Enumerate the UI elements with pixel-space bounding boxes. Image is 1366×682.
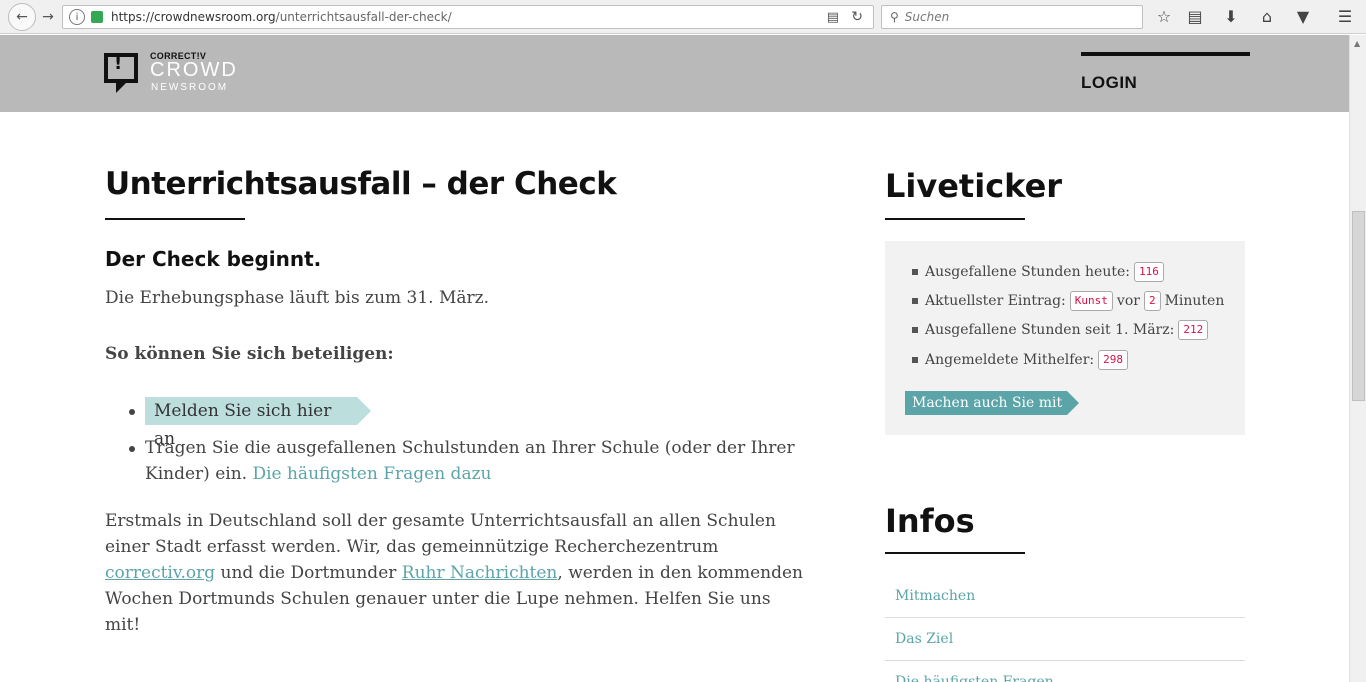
liveticker-box: Ausgefallene Stunden heute: 116 Aktuellst… <box>885 241 1245 435</box>
ticker-bullet <box>912 327 918 333</box>
ticker-latest-vor: vor <box>1116 293 1140 309</box>
download-icon[interactable]: ⬇ <box>1221 6 1241 26</box>
intro-line5: mit! <box>105 615 141 635</box>
ruhr-nachrichten-link[interactable]: Ruhr Nachrichten <box>402 563 558 583</box>
participate-heading: So können Sie sich beteiligen: <box>105 344 394 364</box>
arrow-left-icon: ← <box>16 9 28 25</box>
clipboard-icon[interactable]: ▤ <box>1185 6 1205 26</box>
url-bar[interactable]: i https://crowdnewsroom.org/unterrichtsa… <box>62 5 874 29</box>
signup-button[interactable]: Melden Sie sich hier an <box>145 397 371 449</box>
intro-line4: Wochen Dortmunds Schulen genauer unter d… <box>105 589 771 609</box>
ticker-helpers-label: Angemeldete Mithelfer: <box>925 352 1095 368</box>
ticker-latest-unit: Minuten <box>1164 293 1225 309</box>
home-icon[interactable]: ⌂ <box>1257 6 1277 26</box>
search-placeholder: Suchen <box>904 10 950 24</box>
intro-line3: correctiv.org und die Dortmunder Ruhr Na… <box>105 560 803 586</box>
url-text[interactable]: https://crowdnewsroom.org/unterrichtsaus… <box>111 10 452 24</box>
step2-text: Kinder) ein. <box>145 464 248 484</box>
info-link-ziel[interactable]: Das Ziel <box>895 631 953 647</box>
logo-newsroom: NEWSROOM <box>151 82 229 93</box>
login-divider <box>1081 52 1250 56</box>
infos-underline <box>885 552 1025 554</box>
ticker-bullet <box>912 298 918 304</box>
correctiv-link[interactable]: correctiv.org <box>105 563 215 583</box>
reload-icon[interactable]: ↻ <box>851 9 863 25</box>
section-subtitle: Der Check beginnt. <box>105 247 322 271</box>
menu-icon[interactable]: ☰ <box>1335 6 1355 26</box>
ticker-latest-label: Aktuellster Eintrag: <box>925 293 1066 309</box>
intro-line1: Erstmals in Deutschland soll der gesamte… <box>105 511 776 531</box>
liveticker-title: Liveticker <box>885 167 1063 205</box>
ticker-helpers: Angemeldete Mithelfer: 298 <box>925 350 1132 370</box>
browser-toolbar: ← → i https://crowdnewsroom.org/unterric… <box>0 0 1366 34</box>
info-link-mitmachen[interactable]: Mitmachen <box>895 588 975 604</box>
url-domain: https://crowdnewsroom.org <box>111 10 276 24</box>
scroll-thumb[interactable] <box>1352 211 1365 401</box>
info-divider <box>885 660 1245 661</box>
ticker-latest: Aktuellster Eintrag: Kunst vor 2 Minuten <box>925 291 1224 311</box>
ticker-latest-minutes: 2 <box>1143 291 1161 311</box>
site-header: ! CORRECT!V CROWD NEWSROOM LOGIN <box>0 35 1349 112</box>
title-underline <box>105 218 245 220</box>
bookmark-star-icon[interactable]: ☆ <box>1154 6 1174 26</box>
lock-icon <box>91 11 103 23</box>
list-bullet <box>129 409 135 415</box>
ticker-bullet <box>912 357 918 363</box>
site-logo[interactable]: ! CORRECT!V CROWD NEWSROOM <box>104 51 244 95</box>
search-input[interactable]: ⚲ Suchen <box>881 5 1143 29</box>
scroll-up-icon[interactable]: ▲ <box>1354 39 1360 48</box>
forward-button[interactable]: → <box>36 5 60 29</box>
ticker-since-label: Ausgefallene Stunden seit 1. März: <box>925 322 1175 338</box>
faq-link[interactable]: Die häufigsten Fragen dazu <box>252 464 491 484</box>
back-button[interactable]: ← <box>8 3 36 31</box>
ticker-helpers-value: 298 <box>1098 350 1128 370</box>
page-scrollbar[interactable]: ▲ <box>1349 35 1366 682</box>
logo-crowd: CROWD <box>150 59 238 81</box>
ticker-since-value: 212 <box>1178 320 1209 340</box>
url-path: /unterrichtsausfall-der-check/ <box>275 10 452 24</box>
ticker-today: Ausgefallene Stunden heute: 116 <box>925 262 1168 282</box>
step2-line1: Tragen Sie die ausgefallenen Schulstunde… <box>145 438 795 458</box>
pocket-icon[interactable]: ▼ <box>1293 6 1313 26</box>
intro-line3-mid: und die Dortmunder <box>220 563 397 583</box>
logo-exclamation: ! <box>114 53 123 74</box>
phase-text: Die Erhebungsphase läuft bis zum 31. Mär… <box>105 288 490 308</box>
intro-line2: einer Stadt erfasst werden. Wir, das gem… <box>105 537 719 557</box>
arrow-right-icon: → <box>42 9 54 25</box>
search-icon: ⚲ <box>890 10 899 24</box>
ticker-bullet <box>912 269 918 275</box>
liveticker-underline <box>885 218 1025 220</box>
info-icon[interactable]: i <box>69 9 85 25</box>
ticker-latest-subject: Kunst <box>1069 291 1113 311</box>
ticker-today-value: 116 <box>1134 262 1164 282</box>
page-title: Unterrichtsausfall – der Check <box>105 166 617 202</box>
intro-line3-end: , werden in den kommenden <box>557 563 803 583</box>
info-link-fragen[interactable]: Die häufigsten Fragen <box>895 674 1054 682</box>
ticker-since: Ausgefallene Stunden seit 1. März: 212 <box>925 320 1212 340</box>
join-button[interactable]: Machen auch Sie mit <box>905 391 1079 415</box>
infos-title: Infos <box>885 502 975 540</box>
ticker-today-label: Ausgefallene Stunden heute: <box>925 264 1130 280</box>
login-link[interactable]: LOGIN <box>1081 73 1137 93</box>
list-bullet <box>129 446 135 452</box>
info-divider <box>885 617 1245 618</box>
step2-line2: Kinder) ein. Die häufigsten Fragen dazu <box>145 461 491 487</box>
reader-view-icon[interactable]: ▤ <box>827 10 839 25</box>
